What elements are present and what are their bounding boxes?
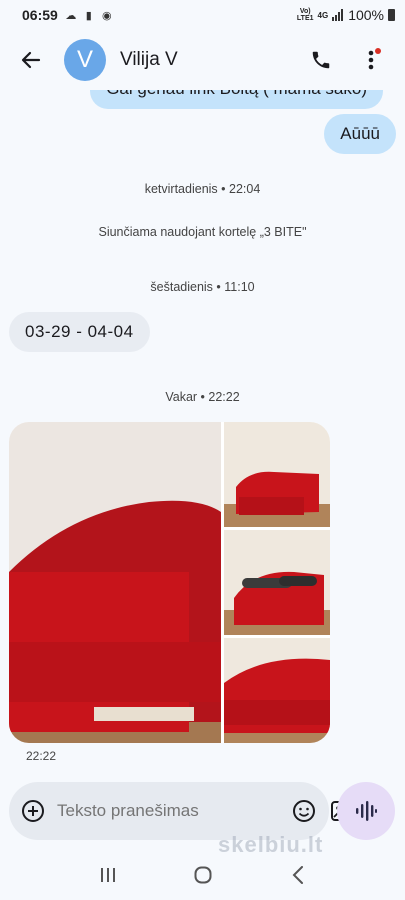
more-vertical-icon	[368, 50, 374, 70]
contact-name[interactable]: Vilija V	[120, 49, 301, 71]
sofa-photo-small[interactable]	[224, 422, 330, 527]
arrow-left-icon	[21, 51, 41, 69]
battery-icon	[388, 9, 395, 21]
avatar[interactable]: V	[64, 39, 106, 81]
sofa-photo-small[interactable]	[224, 530, 330, 635]
back-button[interactable]	[14, 43, 48, 77]
back-nav-button[interactable]	[278, 855, 318, 895]
plus-circle-icon	[22, 800, 44, 822]
message-timestamp: 22:22	[26, 749, 57, 763]
notification-dot	[375, 48, 381, 54]
audio-wave-icon: ▮	[85, 9, 92, 22]
date-separator: Vakar • 22:22	[165, 390, 240, 404]
recents-icon	[100, 868, 115, 882]
conversation-header: V Vilija V	[0, 30, 405, 90]
voice-waveform-icon	[356, 801, 377, 821]
cloud-icon: ☁	[65, 9, 77, 22]
home-button[interactable]	[183, 855, 223, 895]
volte-indicator: Vo) LTE1	[296, 8, 314, 22]
signal-icon	[332, 9, 344, 21]
message-incoming[interactable]: 03-29 - 04-04	[9, 312, 150, 352]
battery-percent: 100%	[348, 7, 384, 23]
phone-icon	[312, 51, 330, 69]
sofa-photo-large[interactable]	[9, 422, 221, 743]
chevron-left-icon	[292, 866, 303, 884]
gallery-icon: ◉	[102, 9, 112, 22]
home-icon	[194, 866, 211, 884]
photo-collage[interactable]	[9, 422, 330, 743]
more-options-button[interactable]	[351, 40, 391, 80]
date-separator: šeštadienis • 11:10	[150, 280, 255, 294]
conversation-list[interactable]: Gal genau link Boltą ( mama sako) Aūūū k…	[0, 90, 405, 780]
message-outgoing[interactable]: Gal genau link Boltą ( mama sako)	[90, 90, 383, 109]
call-button[interactable]	[301, 40, 341, 80]
emoji-button[interactable]	[292, 796, 316, 826]
sim-notice: Siunčiama naudojant kortelę „3 BITE"	[98, 225, 307, 239]
add-attachment-button[interactable]	[21, 798, 45, 824]
smiley-icon	[293, 800, 315, 822]
sofa-photo-small[interactable]	[224, 638, 330, 743]
network-type: 4G	[317, 10, 329, 20]
system-nav-bar	[0, 850, 405, 900]
recent-apps-button[interactable]	[88, 855, 128, 895]
message-outgoing[interactable]: Aūūū	[324, 114, 396, 154]
message-input[interactable]	[57, 801, 278, 821]
date-separator: ketvirtadienis • 22:04	[144, 182, 261, 196]
voice-message-button[interactable]	[337, 782, 395, 840]
status-bar: 06:59 ☁ ▮ ◉ Vo) LTE1 4G 100%	[0, 0, 405, 30]
status-time: 06:59	[22, 7, 58, 23]
